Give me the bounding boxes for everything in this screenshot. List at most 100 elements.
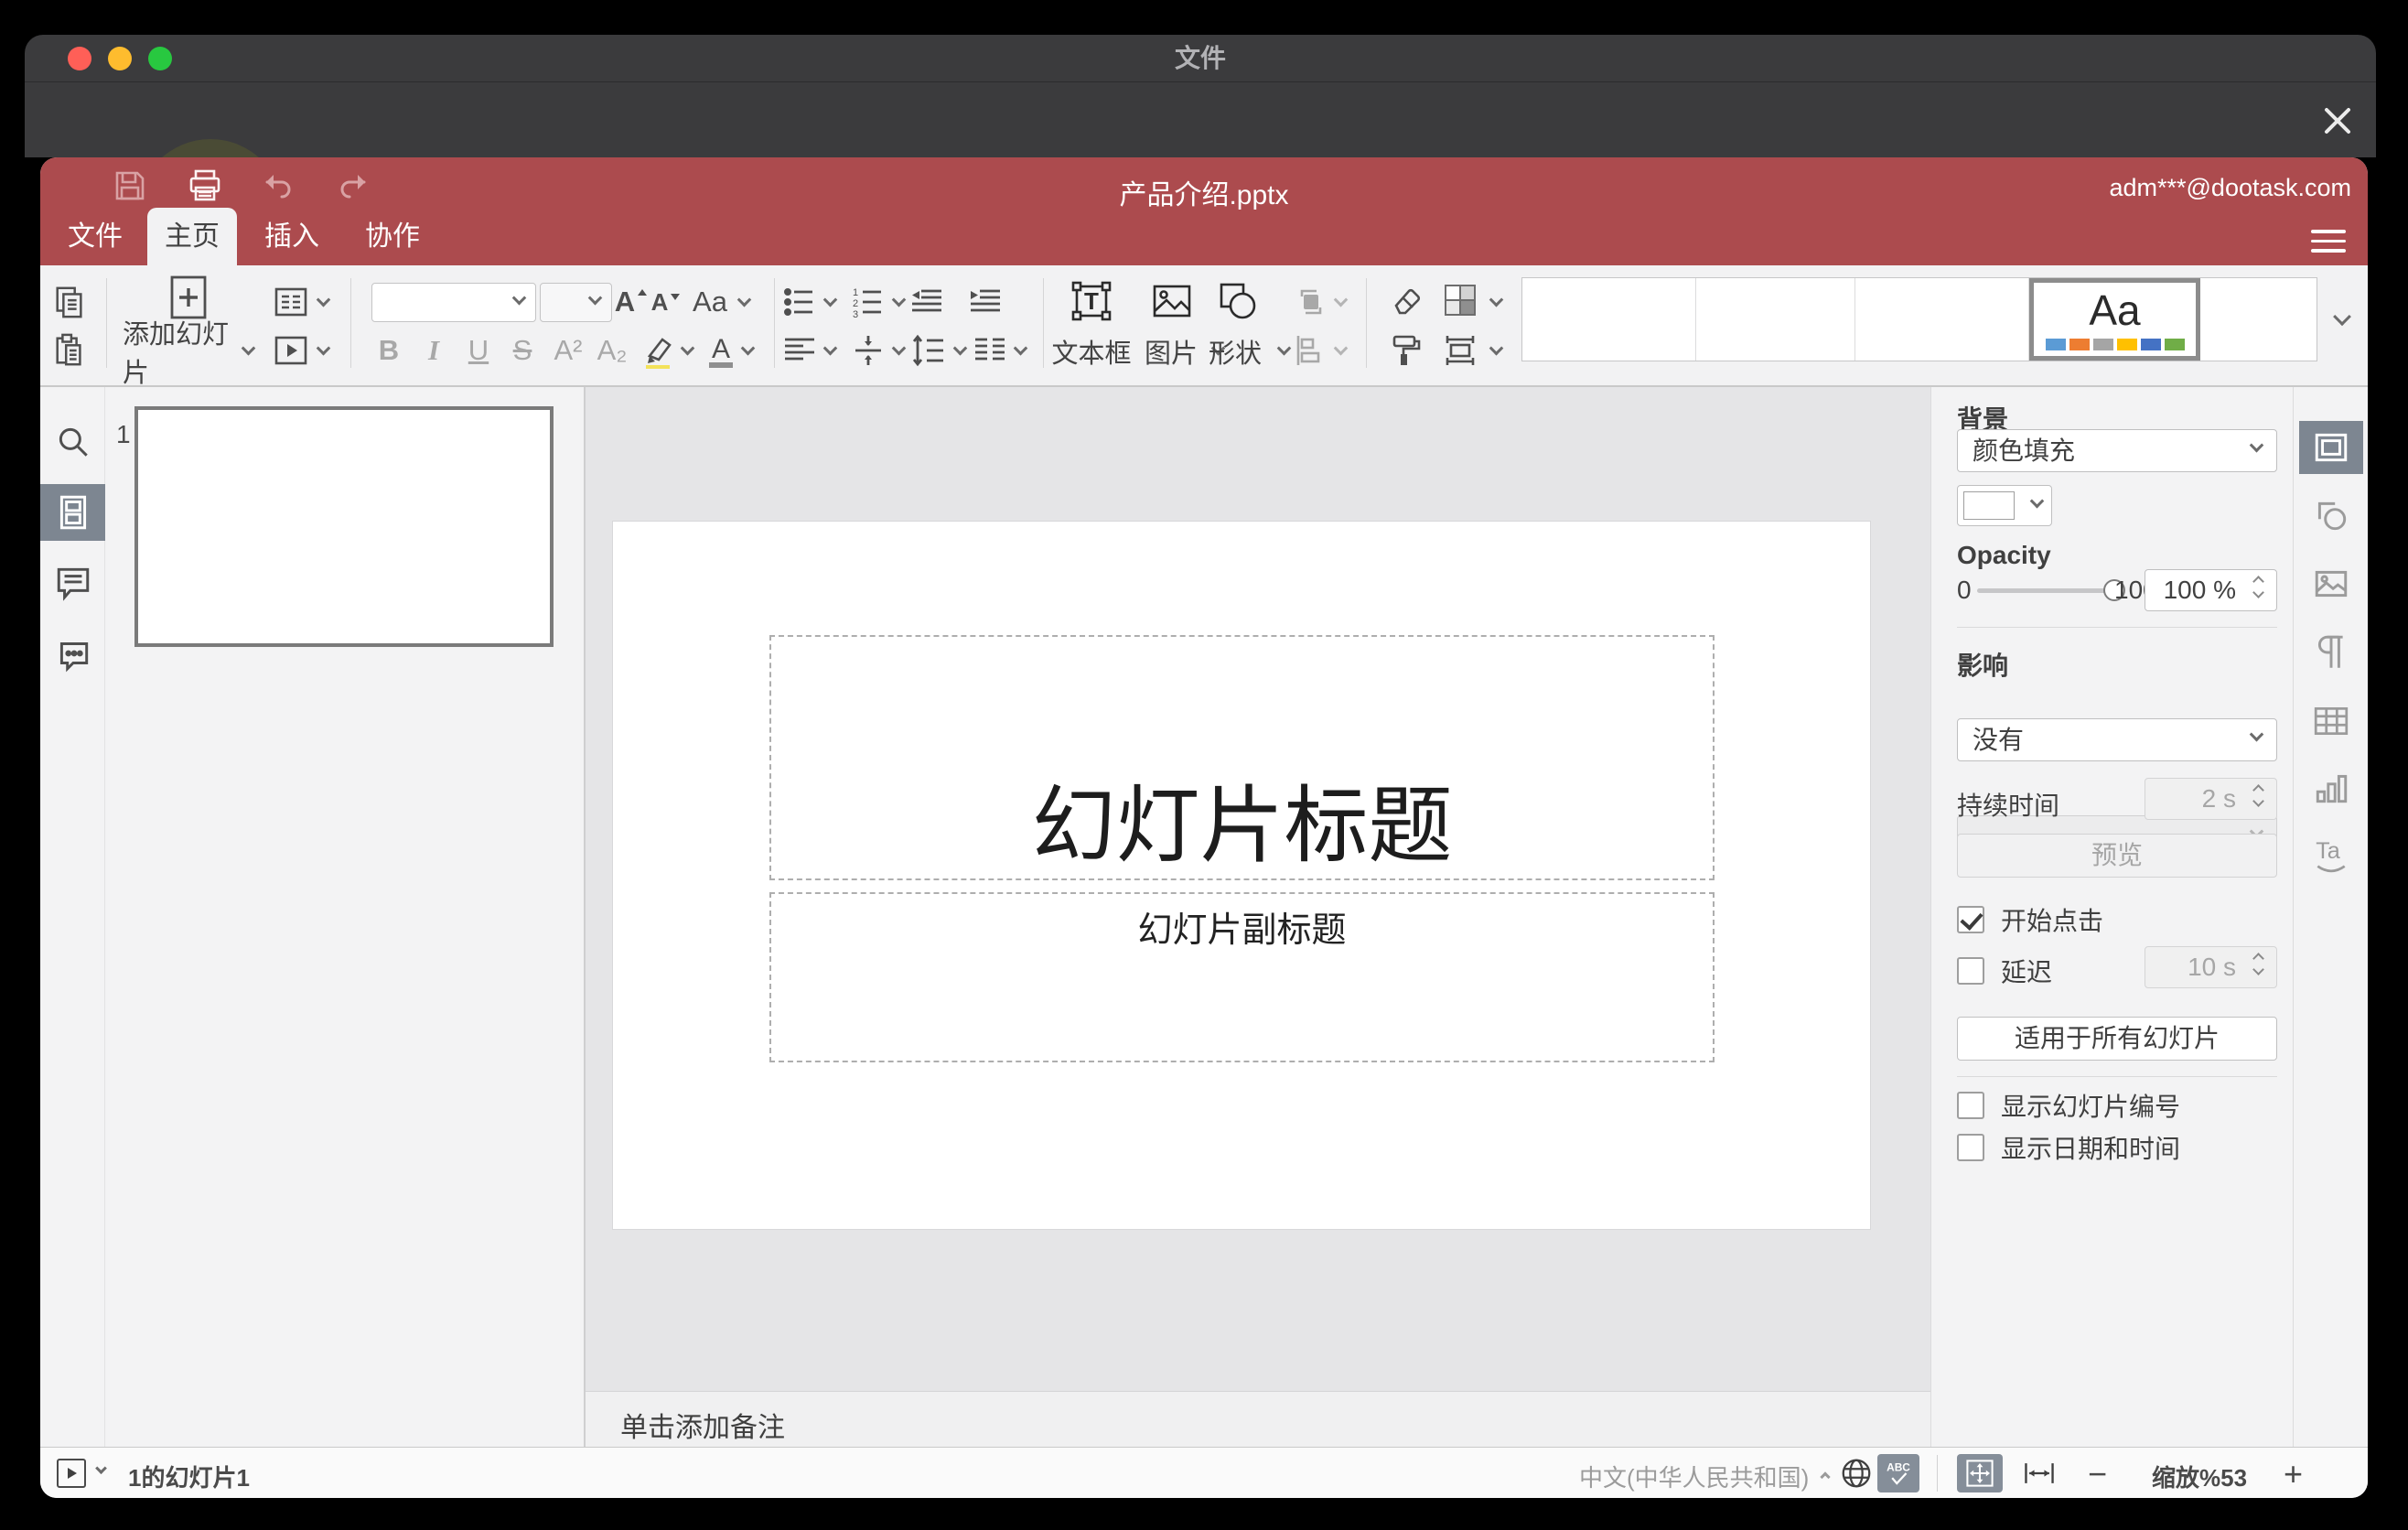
theme-option[interactable]	[1696, 278, 1855, 361]
tab-insert[interactable]: 插入	[246, 208, 338, 265]
delay-input[interactable]: 10 s	[2145, 946, 2277, 988]
paragraph-settings-icon[interactable]	[2312, 633, 2350, 672]
theme-gallery-expand-icon[interactable]	[2320, 277, 2364, 361]
superscript-button[interactable]: A²	[546, 330, 590, 371]
slide-settings-icon[interactable]	[2312, 428, 2350, 467]
line-spacing-chevron-icon[interactable]	[952, 340, 968, 356]
textbox-button[interactable]: 文本框	[1037, 333, 1145, 370]
background-fill-select[interactable]: 颜色填充	[1957, 429, 2277, 472]
bold-button[interactable]: B	[369, 330, 409, 371]
effect-select[interactable]: 没有	[1957, 718, 2277, 761]
title-placeholder[interactable]: 幻灯片标题	[769, 635, 1715, 880]
slide-thumbnail[interactable]	[134, 406, 554, 647]
opacity-stepper-icons[interactable]	[2249, 575, 2267, 608]
delay-stepper-icons[interactable]	[2249, 952, 2267, 985]
font-size-select[interactable]	[540, 283, 612, 322]
bullets-icon[interactable]	[779, 282, 820, 322]
shape-icon[interactable]	[1215, 278, 1261, 324]
align-icon[interactable]	[779, 330, 820, 371]
outdent-icon[interactable]	[907, 282, 947, 322]
slide-canvas[interactable]: 幻灯片标题 幻灯片副标题	[586, 387, 1930, 1391]
bullets-chevron-icon[interactable]	[822, 292, 838, 307]
show-slide-number-row[interactable]: 显示幻灯片编号	[1957, 1087, 2180, 1124]
columns-chevron-icon[interactable]	[1013, 340, 1028, 356]
tab-home[interactable]: 主页	[147, 208, 237, 265]
indent-icon[interactable]	[965, 282, 1005, 322]
subscript-button[interactable]: A₂	[590, 330, 634, 371]
spellcheck-icon[interactable]: ABC	[1877, 1454, 1919, 1492]
subtitle-placeholder[interactable]: 幻灯片副标题	[769, 892, 1715, 1062]
image-icon[interactable]	[1149, 278, 1195, 324]
opacity-slider[interactable]	[1977, 579, 2125, 601]
show-date-time-row[interactable]: 显示日期和时间	[1957, 1129, 2180, 1166]
slide-layout-chevron-icon[interactable]	[316, 292, 331, 307]
line-spacing-icon[interactable]	[907, 330, 951, 371]
change-case-button[interactable]: Aa	[686, 282, 734, 322]
slide-layout-icon[interactable]	[271, 282, 311, 322]
arrange-icon[interactable]	[1291, 282, 1331, 322]
notes-area[interactable]: 单击添加备注	[586, 1391, 1930, 1447]
add-slide-button[interactable]: 添加幻灯片	[123, 320, 242, 388]
textbox-icon[interactable]: T	[1069, 278, 1114, 324]
slides-icon[interactable]	[54, 493, 92, 532]
theme-option[interactable]	[1522, 278, 1696, 361]
duration-input[interactable]: 2 s	[2145, 778, 2277, 820]
vertical-align-icon[interactable]	[848, 330, 888, 371]
eraser-icon[interactable]	[1385, 282, 1425, 322]
highlight-icon[interactable]	[639, 330, 679, 371]
fit-slide-icon[interactable]	[1957, 1454, 2003, 1492]
duration-stepper-icons[interactable]	[2249, 783, 2267, 816]
paste-icon[interactable]	[49, 330, 90, 371]
strikethrough-button[interactable]: S	[502, 330, 543, 371]
align-objects-icon[interactable]	[1291, 330, 1331, 371]
preview-button[interactable]: 预览	[1957, 834, 2277, 878]
slideshow-icon[interactable]	[271, 330, 311, 371]
zoom-in-button[interactable]: +	[2284, 1455, 2303, 1493]
tab-file[interactable]: 文件	[49, 208, 141, 265]
comment-icon[interactable]	[54, 564, 92, 602]
shape-chevron-icon[interactable]	[1276, 340, 1292, 356]
highlight-chevron-icon[interactable]	[680, 340, 695, 356]
globe-icon[interactable]	[1839, 1456, 1874, 1491]
numbering-icon[interactable]: 123	[848, 282, 888, 322]
start-slideshow-icon[interactable]	[57, 1459, 86, 1488]
copy-icon[interactable]	[49, 282, 90, 322]
shape-button[interactable]: 形状	[1195, 333, 1275, 370]
theme-option[interactable]	[1855, 278, 2029, 361]
delay-row[interactable]: 延迟	[1957, 953, 2052, 989]
fit-width-icon[interactable]	[2021, 1456, 2058, 1491]
chart-settings-icon[interactable]	[2312, 769, 2350, 807]
slide-size-chevron-icon[interactable]	[1489, 340, 1504, 356]
close-icon[interactable]	[2319, 102, 2356, 139]
align-chevron-icon[interactable]	[822, 340, 838, 356]
vertical-align-chevron-icon[interactable]	[891, 340, 907, 356]
tab-collaboration[interactable]: 协作	[347, 208, 438, 265]
textart-settings-icon[interactable]: Ta	[2312, 835, 2350, 874]
font-color-icon[interactable]: A	[701, 330, 741, 371]
show-date-time-checkbox[interactable]	[1957, 1134, 1984, 1161]
theme-option[interactable]	[2200, 278, 2317, 361]
add-slide-chevron-icon[interactable]	[241, 340, 256, 356]
font-name-select[interactable]	[371, 283, 536, 322]
change-case-chevron-icon[interactable]	[736, 292, 752, 307]
theme-colors-icon[interactable]	[1438, 280, 1482, 324]
theme-option-selected[interactable]: Aa	[2029, 278, 2200, 361]
columns-icon[interactable]	[968, 330, 1012, 371]
slide[interactable]: 幻灯片标题 幻灯片副标题	[613, 522, 1870, 1229]
theme-colors-chevron-icon[interactable]	[1489, 292, 1504, 307]
start-on-click-checkbox[interactable]	[1957, 906, 1984, 933]
language-selector[interactable]: 中文(中华人民共和国)	[1579, 1460, 1831, 1493]
shape-settings-icon[interactable]	[2312, 496, 2350, 534]
font-color-chevron-icon[interactable]	[740, 340, 756, 356]
italic-button[interactable]: I	[414, 330, 454, 371]
apply-to-all-button[interactable]: 适用于所有幻灯片	[1957, 1017, 2277, 1061]
decrease-font-button[interactable]: A	[646, 282, 686, 322]
arrange-chevron-icon[interactable]	[1333, 292, 1349, 307]
background-color-picker[interactable]	[1957, 485, 2052, 526]
delay-checkbox[interactable]	[1957, 957, 1984, 985]
table-settings-icon[interactable]	[2312, 702, 2350, 740]
image-settings-icon[interactable]	[2312, 565, 2350, 603]
paint-roller-icon[interactable]	[1385, 330, 1425, 371]
slideshow-chevron-icon[interactable]	[316, 340, 331, 356]
search-icon[interactable]	[54, 423, 92, 461]
